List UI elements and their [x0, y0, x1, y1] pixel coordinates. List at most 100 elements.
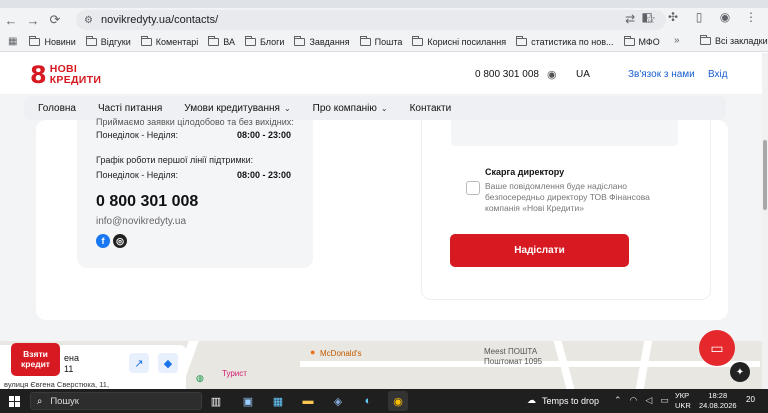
- menu-item[interactable]: Часті питання: [98, 103, 162, 114]
- address-bar[interactable]: ⚙ novikredyty.ua/contacts/ ⇄ ☆: [76, 10, 666, 30]
- edge-icon[interactable]: ◐: [358, 391, 378, 411]
- profile-icon[interactable]: ◉: [718, 10, 732, 24]
- volume-icon[interactable]: ◁: [645, 395, 652, 406]
- menu-item-label: Контакти: [409, 102, 452, 114]
- site-header: 8 НОВІ КРЕДИТИ 0 800 301 008 ◉ UA Зв'язо…: [0, 53, 762, 94]
- all-bookmarks-label: Всі закладки: [715, 36, 768, 46]
- bookmark-item[interactable]: ВА: [208, 35, 235, 47]
- menu-item-label: Умови кредитування: [184, 102, 280, 114]
- explorer-icon[interactable]: ▬: [298, 391, 318, 411]
- bookmark-item[interactable]: Новини: [29, 35, 76, 47]
- instagram-icon[interactable]: ◎: [113, 234, 127, 248]
- forward-arrow-icon[interactable]: →: [22, 9, 44, 31]
- take-credit-line2: кредит: [21, 359, 50, 369]
- folder-icon: [412, 35, 424, 46]
- folder-icon: [140, 35, 152, 46]
- translate-icon[interactable]: ⇄: [625, 12, 635, 26]
- assistant-icon[interactable]: ✦: [730, 362, 750, 382]
- menu-item[interactable]: Головна: [38, 103, 76, 114]
- bookmarks-overflow-icon[interactable]: »: [674, 35, 680, 46]
- folder-icon: [359, 35, 371, 46]
- map-pin-icon: ●: [310, 347, 316, 357]
- copilot-icon[interactable]: ◈: [328, 391, 348, 411]
- sidebar-icon[interactable]: ▯: [692, 10, 706, 24]
- reload-icon[interactable]: ⟳: [44, 9, 66, 31]
- contact-us-link[interactable]: Зв'язок з нами: [628, 69, 695, 80]
- back-arrow-icon[interactable]: ←: [0, 9, 22, 31]
- bookmark-label: Блоги: [259, 36, 285, 47]
- hours-row2-time: 08:00 - 23:00: [237, 170, 292, 180]
- bookmark-item[interactable]: статистика по нов...: [516, 35, 614, 47]
- language-switch[interactable]: UA: [576, 69, 590, 80]
- folder-icon: [700, 35, 711, 45]
- take-credit-line1: Взяти: [23, 349, 48, 359]
- chrome-icon[interactable]: ◉: [388, 391, 408, 411]
- extension-icon[interactable]: ◧: [640, 10, 654, 24]
- folder-icon: [29, 35, 41, 46]
- take-credit-button[interactable]: Взяти кредит: [11, 343, 60, 376]
- submit-button[interactable]: Надіслати: [450, 234, 629, 267]
- login-link[interactable]: Вхід: [708, 69, 728, 80]
- map-card-address: вулиця Євгена Сверстюка, 11,: [4, 380, 110, 389]
- site-info-icon[interactable]: ⚙: [84, 15, 93, 26]
- bookmark-label: ВА: [223, 36, 235, 47]
- calculator-icon[interactable]: ▦: [268, 391, 288, 411]
- map-card-title: ена: [64, 353, 79, 363]
- puzzle-icon[interactable]: ✣: [666, 10, 680, 24]
- folder-icon: [208, 35, 220, 46]
- bookmark-label: статистика по нов...: [531, 36, 614, 47]
- menu-item[interactable]: Про компанію ⌄: [313, 103, 388, 114]
- page-scrollbar[interactable]: [762, 53, 768, 389]
- bookmark-item[interactable]: Блоги: [244, 35, 285, 47]
- director-complaint-checkbox[interactable]: [466, 181, 480, 195]
- wifi-icon[interactable]: ◠: [630, 395, 638, 406]
- bookmark-label: Відгуки: [100, 36, 131, 47]
- chat-button[interactable]: ▭: [699, 330, 735, 366]
- menu-item[interactable]: Умови кредитування ⌄: [184, 103, 290, 114]
- tray-chevron-icon[interactable]: ⌃: [614, 395, 622, 406]
- weather-widget[interactable]: ☁ Temps to drop: [527, 395, 599, 406]
- lang-line1: УКР: [675, 391, 690, 400]
- bookmark-item[interactable]: Корисні посилання: [412, 35, 506, 47]
- folder-icon: [623, 35, 635, 46]
- bookmark-item[interactable]: Коментарі: [140, 35, 198, 47]
- map-label-mcdonalds: McDonald's: [320, 349, 362, 358]
- contact-phone[interactable]: 0 800 301 008: [96, 193, 198, 211]
- scrollbar-thumb[interactable]: [763, 140, 767, 210]
- folder-icon: [85, 35, 97, 46]
- menu-dots-icon[interactable]: ⋮: [744, 10, 758, 24]
- all-bookmarks[interactable]: Всі закладки: [700, 35, 768, 46]
- taskbar-search[interactable]: ⌕ Пошук: [30, 392, 202, 410]
- map-directions-icon[interactable]: ◆: [158, 353, 178, 373]
- site-logo[interactable]: 8 НОВІ КРЕДИТИ: [30, 61, 101, 89]
- folder-icon: [244, 35, 256, 46]
- clock[interactable]: 18:28 24.08.2026: [699, 391, 737, 411]
- facebook-icon[interactable]: f: [96, 234, 110, 248]
- bookmark-item[interactable]: Пошта: [359, 35, 403, 47]
- task-view-icon[interactable]: ▥: [206, 391, 226, 411]
- bookmark-item[interactable]: Відгуки: [85, 35, 131, 47]
- start-button[interactable]: [0, 389, 28, 413]
- hours-row1-day: Понеділок - Неділя:: [96, 130, 178, 140]
- message-textarea[interactable]: [451, 120, 678, 146]
- apps-grid-icon[interactable]: ▦: [8, 36, 17, 47]
- accessibility-eye-icon[interactable]: ◉: [547, 68, 557, 81]
- contact-email[interactable]: info@novikredyty.ua: [96, 216, 186, 227]
- language-indicator[interactable]: УКР UKR: [675, 391, 691, 411]
- map-label-turyst: Турист: [222, 369, 247, 378]
- store-icon[interactable]: ▣: [238, 391, 258, 411]
- bookmark-label: Пошта: [374, 36, 403, 47]
- bookmark-label: МФО: [638, 36, 660, 47]
- bookmark-item[interactable]: Завдання: [294, 35, 350, 47]
- notification-badge[interactable]: 20: [746, 395, 755, 404]
- menu-item[interactable]: Контакти: [410, 103, 452, 114]
- map-open-icon[interactable]: ↗: [129, 353, 149, 373]
- bookmark-label: Завдання: [309, 36, 350, 47]
- logo-mark-icon: 8: [30, 61, 47, 89]
- extensions-area: ◧ ✣ ▯ ◉ ⋮: [640, 10, 758, 24]
- battery-icon[interactable]: ▭: [660, 395, 669, 406]
- lang-line2: UKR: [675, 401, 691, 410]
- header-phone[interactable]: 0 800 301 008: [475, 69, 539, 80]
- hours-row1-time: 08:00 - 23:00: [237, 130, 292, 140]
- bookmark-item[interactable]: МФО: [623, 35, 660, 47]
